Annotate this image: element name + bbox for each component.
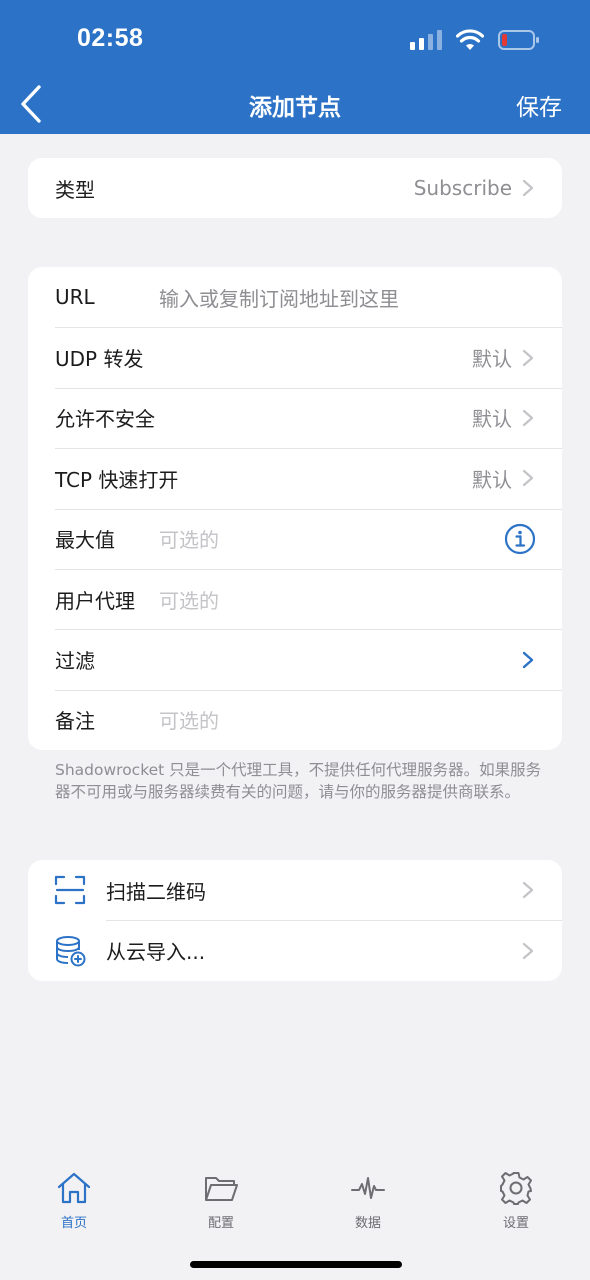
user-agent-row: 用户代理 可选的 [28,568,562,629]
database-add-icon [56,935,86,967]
info-icon[interactable] [504,523,536,555]
tab-home-label: 首页 [60,1216,87,1231]
disclaimer-text: Shadowrocket 只是一个代理工具，不提供任何代理服务器。如果服务器不可… [55,761,542,801]
tab-data[interactable]: 数据 [318,1170,418,1231]
settings-card: URL 输入或复制订阅地址到这里 UDP 转发 默认 允许不安全 默认 TCP … [28,267,562,751]
udp-label: UDP 转发 [55,347,144,372]
url-input[interactable]: 输入或复制订阅地址到这里 [159,283,399,312]
filter-row[interactable]: 过滤 [28,629,562,689]
gear-icon [500,1172,532,1205]
user-agent-input[interactable]: 可选的 [159,585,219,614]
save-button[interactable]: 保存 [516,88,562,122]
tab-data-label: 数据 [354,1216,381,1231]
chevron-right-icon [522,651,534,668]
tab-settings-label: 设置 [502,1216,529,1231]
tab-config-label: 配置 [207,1216,234,1231]
import-card: 扫描二维码 从云导入... [28,860,562,981]
chevron-right-icon [522,409,534,427]
home-indicator [190,1261,402,1268]
tcp-fast-open-row[interactable]: TCP 快速打开 默认 [28,448,562,508]
cloud-import-row[interactable]: 从云导入... [28,920,562,980]
insecure-value: 默认 [472,407,512,432]
type-label: 类型 [55,177,95,202]
note-input[interactable]: 可选的 [159,705,219,734]
home-icon [57,1172,91,1204]
wifi-icon [456,29,484,50]
chevron-right-icon [522,349,534,366]
tab-config[interactable]: 配置 [171,1170,271,1231]
cloud-import-label: 从云导入... [106,940,206,965]
folder-icon [205,1177,238,1201]
tab-home[interactable]: 首页 [24,1170,124,1231]
insecure-row[interactable]: 允许不安全 默认 [28,387,562,448]
qr-scan-icon [54,876,86,905]
insecure-label: 允许不安全 [55,407,155,432]
url-row[interactable]: URL 输入或复制订阅地址到这里 [28,267,562,327]
type-value: Subscribe [413,176,512,201]
note-label: 备注 [55,709,95,734]
scan-qr-label: 扫描二维码 [106,879,206,904]
chevron-right-icon [522,882,534,899]
user-agent-label: 用户代理 [55,588,135,613]
url-label: URL [55,285,95,310]
tcp-fast-open-value: 默认 [472,467,512,492]
type-card: 类型 Subscribe [28,158,562,219]
status-icons [410,27,540,53]
top-bar: 02:58 添加节点 保存 [0,0,590,134]
chevron-right-icon [522,470,534,487]
max-label: 最大值 [55,528,115,553]
tcp-fast-open-label: TCP 快速打开 [55,467,179,492]
chevron-right-icon [522,942,534,959]
max-row: 最大值 可选的 [28,508,562,569]
page-title: 添加节点 [249,95,341,121]
max-input[interactable]: 可选的 [159,524,219,553]
udp-row[interactable]: UDP 转发 默认 [28,327,562,387]
scan-qr-row[interactable]: 扫描二维码 [28,860,562,920]
tab-settings[interactable]: 设置 [466,1170,566,1231]
filter-label: 过滤 [55,649,95,674]
udp-value: 默认 [472,347,512,372]
note-row: 备注 可选的 [28,689,562,750]
type-row[interactable]: 类型 Subscribe [28,158,562,218]
battery-icon [498,30,539,50]
status-time: 02:58 [77,24,144,52]
chevron-right-icon [522,180,534,197]
cellular-signal-icon [410,30,442,50]
pulse-icon [351,1177,385,1199]
